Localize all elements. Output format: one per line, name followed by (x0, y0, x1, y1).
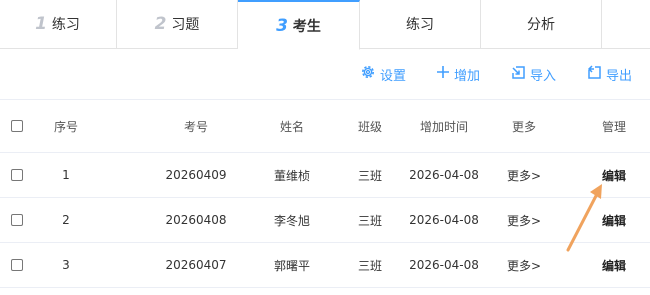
row-added-time: 2026-04-08 (409, 168, 479, 182)
tab-practice-1[interactable]: 1 练习 (0, 0, 117, 49)
table-header-row: 序号 考号 姓名 班级 增加时间 更多 管理 (0, 99, 650, 153)
row-exam-no: 20260407 (165, 258, 227, 272)
tab-exercises[interactable]: 2 习题 (117, 0, 238, 49)
row-checkbox[interactable] (11, 214, 23, 226)
settings-button[interactable]: 设置 (360, 64, 406, 84)
tab-number: 2 (154, 14, 167, 34)
row-edit-button[interactable]: 编辑 (588, 243, 640, 287)
row-checkbox[interactable] (11, 169, 23, 181)
row-exam-no: 20260409 (165, 168, 227, 182)
header-name: 姓名 (279, 119, 304, 134)
export-label: 导出 (606, 68, 633, 84)
row-select-cell (0, 198, 34, 242)
tab-label: 考生 (292, 18, 321, 35)
gear-icon (360, 64, 380, 84)
header-index: 序号 (53, 119, 78, 134)
select-all-checkbox[interactable] (11, 120, 23, 132)
settings-label: 设置 (380, 68, 407, 84)
row-index: 2 (62, 213, 70, 227)
import-label: 导入 (530, 68, 557, 84)
tab-number: 1 (35, 14, 47, 34)
row-index: 1 (62, 168, 70, 182)
tab-bar-filler (602, 0, 650, 49)
tab-bar: 1 练习 2 习题 3 考生 练习 分析 (0, 0, 650, 50)
row-more-link[interactable]: 更多> (496, 243, 552, 287)
table-row: 2 20260408 李冬旭 三班 2026-04-08 更多> 编辑 (0, 198, 650, 243)
select-all-cell (0, 100, 34, 152)
examinee-table: 序号 考号 姓名 班级 增加时间 更多 管理 1 20260409 董维桢 三班… (0, 99, 650, 288)
export-button[interactable]: 导出 (587, 64, 632, 84)
import-button[interactable]: 导入 (511, 64, 556, 84)
row-name: 郭曙平 (273, 258, 310, 273)
row-more-link[interactable]: 更多> (496, 153, 552, 197)
row-edit-button[interactable]: 编辑 (588, 153, 640, 197)
header-exam-no: 考号 (183, 119, 208, 134)
row-class: 三班 (357, 168, 382, 183)
plus-icon (436, 65, 454, 83)
table-row: 3 20260407 郭曙平 三班 2026-04-08 更多> 编辑 (0, 243, 650, 288)
row-checkbox[interactable] (11, 259, 23, 271)
tab-number: 3 (276, 15, 288, 36)
row-added-time: 2026-04-08 (409, 258, 479, 272)
tab-label: 练习 (406, 17, 434, 33)
row-name: 董维桢 (273, 168, 310, 183)
row-class: 三班 (357, 213, 382, 228)
tab-label: 分析 (527, 17, 555, 33)
row-name: 李冬旭 (273, 213, 310, 228)
tab-analysis[interactable]: 分析 (481, 0, 602, 49)
row-index: 3 (62, 258, 70, 272)
row-exam-no: 20260408 (165, 213, 227, 227)
table-row: 1 20260409 董维桢 三班 2026-04-08 更多> 编辑 (0, 153, 650, 198)
row-more-link[interactable]: 更多> (496, 198, 552, 242)
header-manage: 管理 (601, 119, 626, 134)
tab-label: 习题 (171, 17, 200, 33)
import-icon (511, 65, 530, 84)
add-button[interactable]: 增加 (436, 64, 480, 84)
row-edit-button[interactable]: 编辑 (588, 198, 640, 242)
header-added-time: 增加时间 (419, 119, 468, 134)
tab-practice-2[interactable]: 练习 (360, 0, 481, 49)
tab-label: 练习 (51, 17, 80, 33)
row-select-cell (0, 153, 34, 197)
add-label: 增加 (454, 68, 481, 84)
header-class: 班级 (357, 119, 382, 134)
row-class: 三班 (357, 258, 382, 273)
toolbar: 设置 增加 导入 导出 (0, 50, 650, 98)
header-more: 更多 (511, 119, 536, 134)
row-added-time: 2026-04-08 (409, 213, 479, 227)
export-icon (587, 64, 606, 84)
row-select-cell (0, 243, 34, 287)
tab-examinees[interactable]: 3 考生 (238, 0, 360, 50)
